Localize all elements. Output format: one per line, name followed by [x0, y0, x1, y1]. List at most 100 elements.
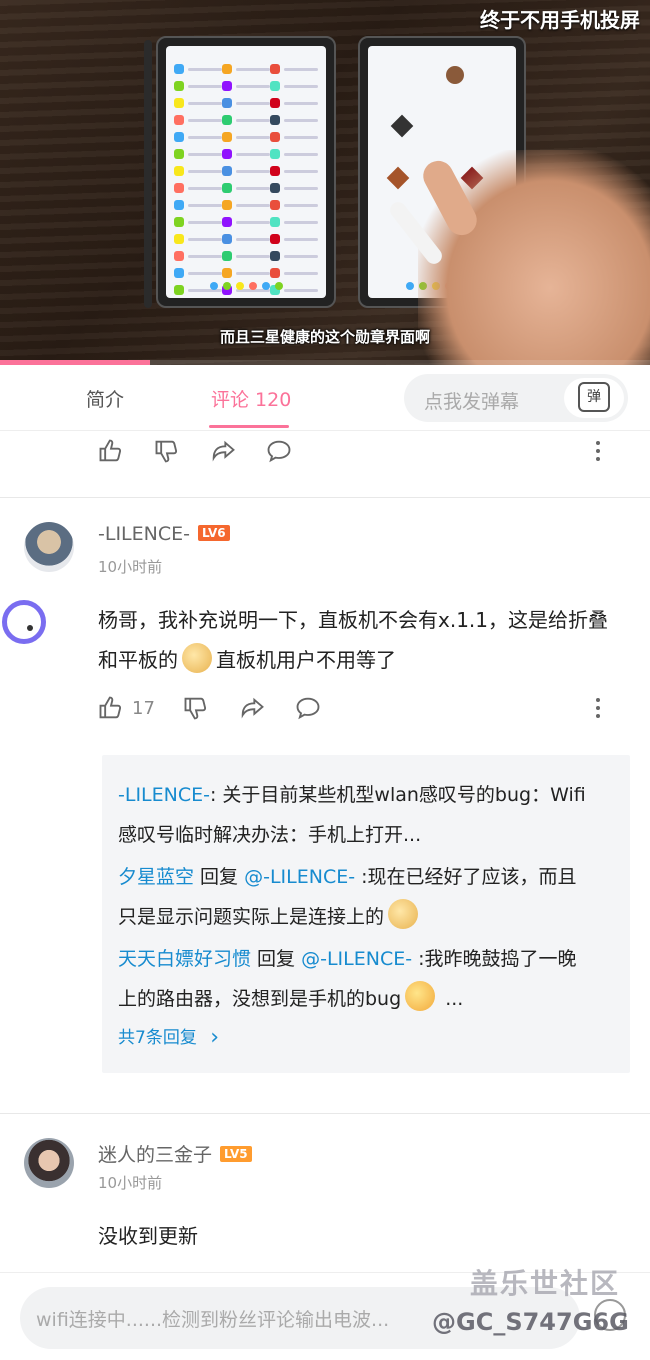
- app-shortcut-icon: [270, 268, 318, 278]
- username-text: -LILENCE-: [98, 523, 190, 545]
- bear-avatar-icon: [446, 66, 464, 84]
- reply-item[interactable]: -LILENCE-: 关于目前某些机型wlan感叹号的bug：Wifi感叹号临时…: [118, 775, 588, 855]
- danmaku-input[interactable]: 点我发弹幕 弹: [404, 374, 628, 422]
- danmaku-placeholder: 点我发弹幕: [424, 391, 520, 413]
- app-shortcut-icon: [270, 115, 318, 125]
- app-shortcut-icon: [270, 81, 318, 91]
- tab-intro[interactable]: 简介: [86, 385, 124, 412]
- dock-app-icon: [235, 282, 244, 290]
- like-count: 17: [132, 697, 155, 719]
- comment-username[interactable]: -LILENCE- LV6: [98, 523, 230, 545]
- dock-app-icon: [405, 282, 414, 290]
- app-shortcut-icon: [222, 200, 270, 210]
- reply-author[interactable]: 天天白嫖好习惯: [118, 948, 251, 970]
- comment-actions: [96, 436, 294, 466]
- video-stylus-pen: [144, 40, 152, 308]
- comment-divider: [0, 1113, 650, 1114]
- watermark-handle: @GC_S747G6G: [432, 1308, 629, 1336]
- app-shortcut-icon: [174, 217, 222, 227]
- floating-assistant-icon[interactable]: [2, 600, 46, 644]
- reply-mention[interactable]: @-LILENCE-: [301, 948, 412, 970]
- doge-emoji-icon: [388, 899, 419, 929]
- dock-app-icon: [274, 282, 283, 290]
- app-shortcut-icon: [174, 200, 222, 210]
- app-shortcut-icon: [174, 98, 222, 108]
- all-replies-label: 共7条回复: [118, 1028, 197, 1048]
- danmaku-toggle-button[interactable]: 弹: [564, 378, 624, 418]
- comment-text-part: 直板机用户不用等了: [216, 648, 396, 672]
- share-icon[interactable]: [208, 436, 238, 466]
- tab-comments[interactable]: 评论 120: [211, 385, 291, 412]
- app-shortcut-icon: [222, 234, 270, 244]
- app-shortcut-icon: [270, 217, 318, 227]
- app-shortcut-icon: [222, 166, 270, 176]
- app-shortcut-icon: [222, 183, 270, 193]
- share-icon[interactable]: [237, 693, 267, 723]
- level-badge: LV5: [220, 1146, 252, 1162]
- dislike-icon[interactable]: [181, 693, 211, 723]
- tablet-screen-apps: [166, 46, 326, 298]
- video-subtitle: 而且三星健康的这个勋章界面啊: [219, 328, 430, 346]
- medal-icon: [386, 166, 410, 190]
- danmaku-tv-icon: 弹: [578, 382, 610, 412]
- app-shortcut-icon: [270, 149, 318, 159]
- reply-item[interactable]: 天天白嫖好习惯 回复 @-LILENCE- :我昨晚鼓捣了一晚上的路由器，没想到…: [118, 939, 588, 1019]
- like-icon[interactable]: [96, 436, 126, 466]
- comment-time: 10小时前: [98, 558, 163, 576]
- app-shortcut-icon: [174, 149, 222, 159]
- doge-emoji-icon: [182, 643, 212, 673]
- app-shortcut-icon: [222, 217, 270, 227]
- reply-mention[interactable]: @-LILENCE-: [244, 866, 355, 888]
- app-shortcut-icon: [174, 166, 222, 176]
- reply-preview-box[interactable]: -LILENCE-: 关于目前某些机型wlan感叹号的bug：Wifi感叹号临时…: [102, 755, 630, 1073]
- view-all-replies-link[interactable]: 共7条回复 ›: [118, 1023, 219, 1050]
- reply-author[interactable]: -LILENCE-: [118, 784, 210, 806]
- video-tablet-left: [156, 36, 336, 308]
- app-shortcut-icon: [222, 64, 270, 74]
- avatar[interactable]: [24, 522, 74, 572]
- app-shortcut-icon: [174, 268, 222, 278]
- comment-icon[interactable]: [293, 693, 323, 723]
- app-shortcut-icon: [174, 132, 222, 142]
- comment-input-placeholder: wifi连接中......检测到粉丝评论输出电波...: [36, 1309, 390, 1331]
- comment-divider: [0, 497, 650, 498]
- app-shortcut-icon: [270, 64, 318, 74]
- more-icon[interactable]: [588, 693, 608, 723]
- app-shortcut-icon: [222, 251, 270, 261]
- dock-app-icon: [261, 282, 270, 290]
- video-player[interactable]: 终于不用手机投屏 而且三星健康的这个勋章界面啊: [0, 0, 650, 365]
- reply-ellipsis: ...: [439, 988, 464, 1010]
- app-shortcut-icon: [174, 115, 222, 125]
- reply-verb: 回复: [251, 948, 302, 970]
- app-shortcut-icon: [222, 132, 270, 142]
- app-shortcut-icon: [270, 251, 318, 261]
- app-grid: [174, 64, 318, 295]
- comment-username[interactable]: 迷人的三金子 LV5: [98, 1140, 252, 1167]
- app-shortcut-icon: [222, 149, 270, 159]
- reply-item[interactable]: 夕星蓝空 回复 @-LILENCE- :现在已经好了应该，而且只是显示问题实际上…: [118, 857, 588, 937]
- reply-verb: 回复: [194, 866, 245, 888]
- app-shortcut-icon: [174, 81, 222, 91]
- app-shortcut-icon: [174, 234, 222, 244]
- reply-author[interactable]: 夕星蓝空: [118, 866, 194, 888]
- avatar[interactable]: [24, 1138, 74, 1188]
- app-shortcut-icon: [174, 64, 222, 74]
- app-shortcut-icon: [222, 115, 270, 125]
- level-badge: LV6: [197, 525, 230, 541]
- app-shortcut-icon: [270, 200, 318, 210]
- like-icon[interactable]: [96, 693, 126, 723]
- app-shortcut-icon: [174, 251, 222, 261]
- app-shortcut-icon: [222, 98, 270, 108]
- comment-text: 杨哥，我补充说明一下，直板机不会有x.1.1，这是给折叠和平板的 直板机用户不用等…: [98, 600, 618, 680]
- app-shortcut-icon: [270, 166, 318, 176]
- dislike-icon[interactable]: [152, 436, 182, 466]
- app-shortcut-icon: [270, 132, 318, 142]
- tab-bar: 简介 评论 120 点我发弹幕 弹: [0, 365, 650, 431]
- crying-emoji-icon: [405, 981, 436, 1011]
- comment-actions: 17: [96, 693, 323, 723]
- chevron-right-icon: ›: [210, 1025, 220, 1050]
- tablet-dock: [186, 282, 306, 290]
- comment-icon[interactable]: [264, 436, 294, 466]
- app-shortcut-icon: [174, 183, 222, 193]
- more-icon[interactable]: [588, 436, 608, 466]
